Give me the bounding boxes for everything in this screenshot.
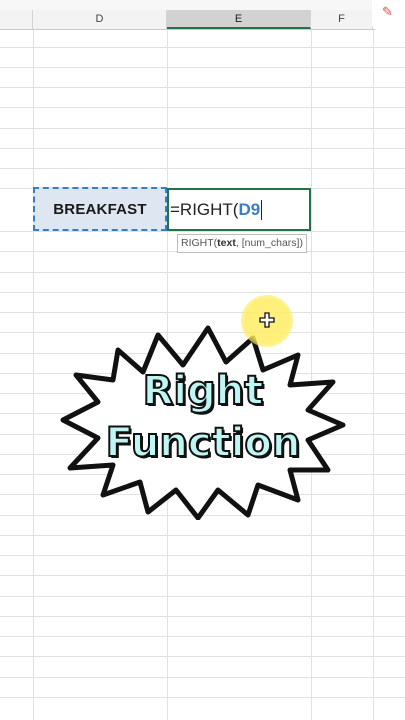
function-signature-tooltip[interactable]: RIGHT(text, [num_chars]): [177, 234, 307, 253]
column-header-row: C D E F: [0, 10, 405, 30]
formula-reference: D9: [238, 199, 261, 219]
tooltip-func-name: RIGHT(: [181, 237, 218, 249]
top-bar: [0, 0, 405, 10]
tooltip-current-arg: text: [217, 237, 236, 249]
cell-d9-value: BREAKFAST: [53, 200, 147, 218]
formula-prefix: =RIGHT(: [170, 199, 239, 219]
text-caret: [261, 199, 263, 220]
column-header-e[interactable]: E: [167, 10, 311, 29]
edit-icon: ✎: [382, 4, 393, 19]
column-header-f[interactable]: F: [311, 10, 373, 29]
cell-e9-formula-editor[interactable]: =RIGHT(D9: [167, 188, 311, 231]
burst-title-line2: Function: [105, 419, 302, 467]
column-header-c[interactable]: C: [0, 10, 33, 29]
column-header-d[interactable]: D: [33, 10, 167, 29]
corner-edit-badge[interactable]: ✎: [372, 0, 405, 30]
tooltip-remaining-args: , [num_chars]): [235, 237, 303, 249]
cell-d9-source[interactable]: BREAKFAST: [33, 187, 167, 231]
move-cross-cursor-icon: [259, 312, 275, 328]
burst-title-line1: Right: [142, 367, 265, 415]
